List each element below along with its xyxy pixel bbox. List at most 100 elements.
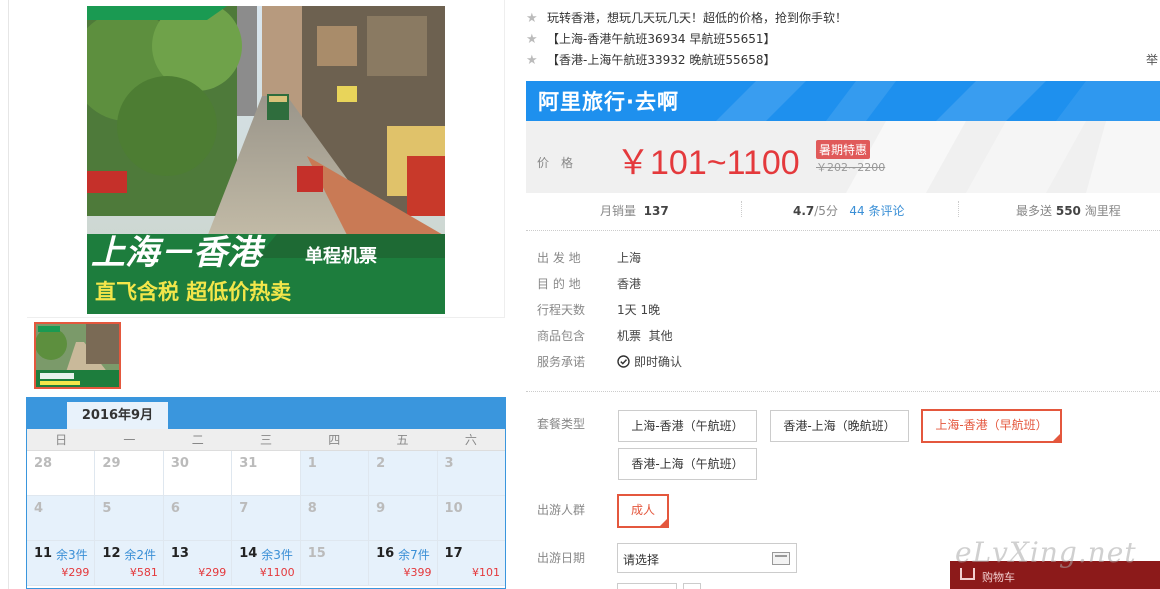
calendar-day-number: 4: [34, 501, 44, 516]
image-title-tag: 单程机票: [305, 245, 377, 267]
calendar-week-row: 4 5 6 7 8 9 10: [27, 496, 505, 541]
original-price: ￥202~2200: [816, 161, 886, 174]
mileage-value: 550: [1055, 204, 1081, 218]
package-option[interactable]: 香港-上海（晚航班）: [770, 410, 909, 442]
sales-stats: 月销量 137 4.7/5分 44 条评论 最多送 550 淘里程: [526, 196, 1160, 224]
travel-date-input[interactable]: 请选择: [617, 543, 797, 573]
calendar-day-number: 13: [170, 546, 189, 561]
calendar-day-cell[interactable]: 13 ¥299: [163, 541, 233, 585]
calendar-day-number: 17: [444, 546, 463, 561]
calendar-stock-left: 余3件: [56, 548, 88, 562]
info-value: 香港: [617, 277, 642, 291]
reviews-link[interactable]: 44 条评论: [849, 204, 904, 218]
calendar-icon[interactable]: [772, 552, 790, 565]
info-key: 行程天数: [537, 303, 586, 317]
star-icon: ★: [526, 32, 538, 47]
info-value: 上海: [617, 251, 642, 265]
image-title-line1: 上海－香港: [91, 233, 266, 273]
calendar-day-number: 31: [239, 456, 258, 471]
monthly-sales-value: 137: [643, 204, 669, 218]
calendar-day-number: 29: [102, 456, 121, 471]
calendar-month-tab[interactable]: 2016年9月: [67, 402, 168, 429]
stats-divider: [958, 201, 959, 217]
calendar-stock-left: 余3件: [261, 548, 293, 562]
flight-note-return: ★ 【香港-上海午航班33932 晚航班55658】: [526, 51, 776, 69]
info-key: 商品包含: [537, 329, 586, 343]
calendar-day-cell[interactable]: 17 ¥101: [437, 541, 505, 585]
star-icon: ★: [526, 53, 538, 68]
calendar-day-number: 30: [170, 456, 189, 471]
calendar-day-price: ¥299: [61, 566, 90, 579]
calendar-stock-left: 余7件: [398, 548, 430, 562]
site-watermark: eLvXing.net: [955, 536, 1137, 569]
calendar-day-cell: 5: [95, 496, 164, 540]
price-range: ￥101~1100: [616, 144, 800, 182]
calendar-day-number: 1: [307, 456, 317, 471]
calendar-day-cell: 8: [300, 496, 370, 540]
monthly-sales-label: 月销量: [600, 204, 637, 218]
calendar-day-price: ¥1100: [259, 566, 295, 579]
calendar-day-cell: 30: [163, 451, 233, 495]
calendar-stock-left: 余2件: [124, 548, 157, 562]
calendar-weekday-row: 日一二三四五六: [27, 429, 505, 451]
street-scene-image: 上海－香港 单程机票 直飞含税 超低价热卖: [87, 6, 445, 314]
calendar-week-row: 28 29 30 31 1 2 3: [27, 451, 505, 496]
mileage-prefix: 最多送: [1016, 204, 1053, 218]
calendar-day-cell: 10: [437, 496, 505, 540]
calendar-day-number: 12: [102, 546, 121, 561]
package-option[interactable]: 上海-香港（午航班）: [618, 410, 757, 442]
promo-badge: 暑期特惠: [816, 140, 871, 159]
report-link[interactable]: 举: [1146, 51, 1158, 68]
cart-icon: [960, 568, 975, 580]
calendar-day-number: 15: [307, 546, 326, 561]
calendar-day-cell: 3: [437, 451, 505, 495]
calendar-day-number: 6: [170, 501, 180, 516]
calendar-week-row: 11 余3件 ¥299 12 余2件 ¥581 13 ¥299 14 余3件 ¥1100 15 16 余7…: [27, 541, 505, 586]
info-key: 服务承诺: [537, 355, 586, 369]
calendar-day-cell[interactable]: 12 余2件 ¥581: [95, 541, 164, 585]
gallery-thumbnail[interactable]: [34, 322, 121, 389]
calendar-day-cell[interactable]: 11 余3件 ¥299: [27, 541, 96, 585]
mileage-suffix: 淘里程: [1084, 204, 1121, 218]
quantity-increment-button[interactable]: [683, 583, 701, 589]
calendar-day-number: 8: [307, 501, 317, 516]
brand-banner: 阿里旅行·去啊: [526, 81, 1160, 121]
flight-note-text: 【上海-香港午航班36934 早航班55651】: [547, 32, 776, 46]
info-value: 即时确认: [617, 353, 682, 370]
weekday-label: 三: [259, 433, 272, 447]
weekday-label: 日: [55, 433, 68, 447]
calendar-day-price: ¥101: [471, 566, 500, 579]
calendar-day-cell: 28: [27, 451, 96, 495]
weekday-label: 六: [464, 433, 477, 447]
calendar-day-cell[interactable]: 14 余3件 ¥1100: [232, 541, 301, 585]
image-title-line2: 直飞含税 超低价热卖: [95, 280, 291, 304]
info-key: 目 的 地: [537, 277, 581, 291]
calendar-day-price: ¥299: [198, 566, 227, 579]
main-product-image: 上海－香港 单程机票 直飞含税 超低价热卖: [87, 6, 445, 314]
calendar-day-number: 2: [376, 456, 386, 471]
flight-note-text: 【香港-上海午航班33932 晚航班55658】: [547, 53, 776, 67]
check-circle-icon: [617, 355, 630, 368]
calendar-day-number: 14: [239, 546, 258, 561]
mileage: 最多送 550 淘里程: [1016, 202, 1121, 219]
package-option[interactable]: 香港-上海（午航班）: [618, 448, 757, 480]
info-value: 机票 其他: [617, 329, 673, 343]
star-icon: ★: [526, 11, 538, 26]
calendar-day-price: ¥399: [403, 566, 432, 579]
stats-divider: [741, 201, 742, 217]
traveler-option-selected[interactable]: 成人: [617, 494, 669, 528]
calendar-day-number: 10: [444, 501, 463, 516]
package-option-selected[interactable]: 上海-香港（早航班）: [921, 409, 1062, 443]
weekday-label: 五: [396, 433, 409, 447]
calendar-day-cell: 7: [232, 496, 301, 540]
calendar-day-number: 16: [376, 546, 395, 561]
product-page: 上海－香港 单程机票 直飞含税 超低价热卖 2016年9月 日一二三四五六 28…: [0, 0, 1160, 589]
section-divider: [526, 230, 1160, 231]
calendar-day-cell: 31: [232, 451, 301, 495]
calendar-day-cell[interactable]: 16 余7件 ¥399: [369, 541, 438, 585]
quantity-input[interactable]: [617, 583, 677, 589]
calendar-day-price: ¥581: [129, 566, 158, 579]
package-type-label: 套餐类型: [537, 417, 586, 431]
info-key: 出 发 地: [537, 251, 581, 265]
price-panel: 价格 ￥101~1100 暑期特惠 ￥202~2200: [526, 121, 1160, 193]
